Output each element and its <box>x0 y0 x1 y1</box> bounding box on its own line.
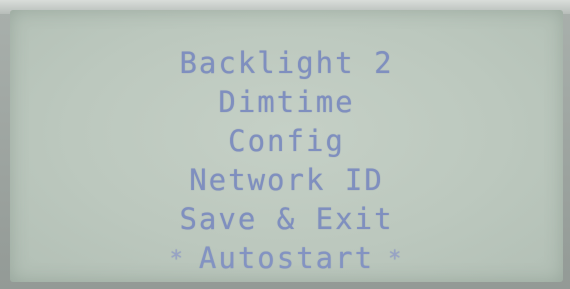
menu-item-label: Network ID <box>189 163 384 197</box>
menu-item-label: Dimtime <box>218 85 355 119</box>
menu-item-config[interactable]: Config <box>10 122 563 161</box>
selection-marker-left: * <box>169 247 185 272</box>
menu-item-label: Config <box>228 124 345 158</box>
menu-item-backlight[interactable]: Backlight 2 <box>10 44 563 83</box>
device-frame: Backlight 2 Dimtime Config Network ID Sa… <box>0 0 570 289</box>
menu-item-label: Backlight 2 <box>179 46 394 80</box>
menu-item-dimtime[interactable]: Dimtime <box>10 83 563 122</box>
menu-item-autostart[interactable]: * Autostart * <box>10 239 563 278</box>
menu-item-label: Autostart <box>198 241 375 275</box>
settings-menu: Backlight 2 Dimtime Config Network ID Sa… <box>10 44 563 278</box>
menu-item-label: Save & Exit <box>179 202 394 236</box>
lcd-screen: Backlight 2 Dimtime Config Network ID Sa… <box>10 10 563 282</box>
menu-item-save-exit[interactable]: Save & Exit <box>10 200 563 239</box>
menu-item-network-id[interactable]: Network ID <box>10 161 563 200</box>
selection-marker-right: * <box>388 247 404 272</box>
